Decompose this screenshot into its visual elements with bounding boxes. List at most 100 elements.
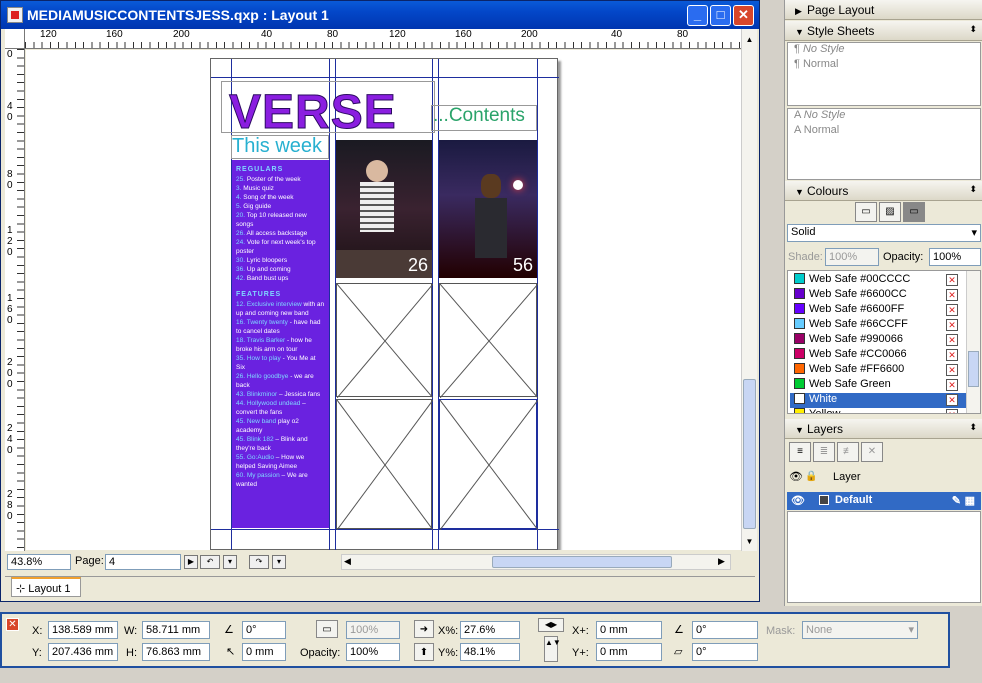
character-styles-list: A No Style A Normal	[787, 108, 981, 180]
colour-item[interactable]: Web Safe Green ✕	[790, 378, 966, 393]
item-page-number: 42.	[236, 275, 246, 282]
colour-list: Web Safe #00CCCC ✕ Web Safe #6600CC ✕ Web Sa…	[787, 270, 981, 414]
paragraph-style-item[interactable]: ¶ No Style	[788, 43, 980, 58]
contents-list-box[interactable]: REGULARS 25. Poster of the week 3. Music …	[232, 160, 329, 528]
merge-layers-icon[interactable]: ≢	[837, 442, 859, 462]
page-next-icon[interactable]: ▶	[184, 555, 198, 569]
x-field[interactable]: 138.589 mm	[48, 621, 118, 639]
x-offset-field[interactable]: 0 mm	[596, 621, 662, 639]
frame-icon[interactable]: ▭	[316, 620, 338, 638]
layer-row-default[interactable]: 👁 Default ✎ ▦	[787, 492, 981, 510]
opacity-field[interactable]: 100%	[346, 643, 400, 661]
minimize-button[interactable]: _	[687, 5, 708, 26]
colours-palette-header[interactable]: ▼ Colours ⬍	[785, 181, 982, 201]
item-text: Poster of the week	[245, 176, 301, 183]
item-page-number: 45. Blink 182	[236, 436, 274, 443]
offset-arrows-icon[interactable]: ◀▶	[538, 618, 564, 632]
skew-field[interactable]: 0°	[692, 643, 758, 661]
redo-icon[interactable]: ↷	[249, 555, 269, 569]
colour-item[interactable]: Web Safe #CC0066 ✕	[790, 348, 966, 363]
y-offset-field[interactable]: 0 mm	[596, 643, 662, 661]
empty-picture-box[interactable]	[439, 283, 539, 399]
vertical-ruler[interactable]: 0 4 0 8 0 1 2 0 1 6 0 2 0 0 2 4 0 2 8 0	[5, 49, 25, 551]
flip-horizontal-icon[interactable]: ➜	[414, 620, 434, 638]
this-week-heading[interactable]: This week	[232, 135, 322, 158]
flip-vertical-icon[interactable]: ⬆	[414, 643, 434, 661]
edit-layer-icon[interactable]: ≣	[813, 442, 835, 462]
concert-photo-2[interactable]: 56	[439, 140, 537, 278]
empty-picture-box[interactable]	[336, 283, 434, 399]
paragraph-style-item[interactable]: ¶ Normal	[788, 58, 980, 73]
layer-eye-icon[interactable]: 👁	[791, 494, 805, 507]
shade-field[interactable]: 100%	[825, 248, 879, 266]
colour-item[interactable]: Web Safe #00CCCC ✕	[790, 273, 966, 288]
background-colour-icon[interactable]: ▭	[903, 202, 925, 222]
colour-item[interactable]: Web Safe #FF6600 ✕	[790, 363, 966, 378]
vertical-scroll-thumb[interactable]	[743, 379, 756, 529]
selected-picture-box[interactable]	[439, 399, 539, 531]
app-icon[interactable]	[7, 7, 23, 23]
character-style-item[interactable]: A No Style	[788, 109, 980, 124]
colour-item[interactable]: Web Safe #66CCFF ✕	[790, 318, 966, 333]
redo-menu-icon[interactable]: ▾	[272, 555, 286, 569]
scroll-up-icon[interactable]: ▲	[743, 35, 756, 47]
shade-field[interactable]: 100%	[346, 621, 400, 639]
corner-radius-field[interactable]: 0 mm	[242, 643, 286, 661]
contents-list-item: 25. Poster of the week	[236, 175, 325, 184]
mask-select[interactable]: None ▾	[802, 621, 918, 639]
masthead-title[interactable]: VERSE	[229, 85, 397, 140]
regulars-list: 25. Poster of the week 3. Music quiz 4. So…	[236, 175, 325, 283]
picture-colour-icon[interactable]: ▨	[879, 202, 901, 222]
frame-colour-icon[interactable]: ▭	[855, 202, 877, 222]
tab-layout-1[interactable]: ⊹ Layout 1	[11, 577, 81, 597]
palette-menu-icon[interactable]: ⬍	[969, 24, 977, 35]
offset-updown-icon[interactable]: ▲▼	[544, 636, 561, 662]
horizontal-ruler[interactable]: 120 160 200 40 80 120 160 200 40 80	[25, 29, 741, 49]
horizontal-scrollbar[interactable]: ◀ ▶	[341, 554, 731, 570]
layers-palette-header[interactable]: ▼ Layers ⬍	[785, 419, 982, 439]
fill-type-select[interactable]: Solid ▾	[787, 224, 981, 242]
close-measurements-icon[interactable]: ✕	[6, 618, 19, 631]
colour-item[interactable]: Yellow ✕	[790, 408, 966, 413]
opacity-field[interactable]: 100%	[929, 248, 981, 266]
colour-list-scroll-thumb[interactable]	[968, 351, 979, 387]
h-field[interactable]: 76.863 mm	[142, 643, 210, 661]
rotation-field[interactable]: 0°	[242, 621, 286, 639]
close-button[interactable]: ✕	[733, 5, 754, 26]
maximize-button[interactable]: □	[710, 5, 731, 26]
title-bar[interactable]: MEDIAMUSICCONTENTSJESS.qxp : Layout 1 _ …	[1, 1, 759, 29]
character-style-item[interactable]: A Normal	[788, 124, 980, 139]
layout-canvas[interactable]: VERSE ...Contents This week REGULARS 25.…	[26, 50, 741, 550]
w-field[interactable]: 58.711 mm	[142, 621, 210, 639]
vertical-scrollbar[interactable]: ▲ ▼	[741, 29, 757, 551]
colour-list-scrollbar[interactable]	[966, 271, 980, 413]
ruler-origin[interactable]	[5, 29, 25, 49]
x-percent-field[interactable]: 27.6%	[460, 621, 520, 639]
picture-angle-field[interactable]: 0°	[692, 621, 758, 639]
empty-picture-box[interactable]	[336, 399, 434, 531]
page-field[interactable]: 4	[105, 554, 181, 570]
zoom-field[interactable]: 43.8%	[7, 554, 71, 570]
undo-icon[interactable]: ↶	[200, 555, 220, 569]
scroll-right-icon[interactable]: ▶	[718, 556, 725, 567]
contents-heading[interactable]: ...Contents	[433, 105, 525, 127]
style-sheets-palette-header[interactable]: ▼ Style Sheets ⬍	[785, 21, 982, 41]
colour-item[interactable]: Web Safe #990066 ✕	[790, 333, 966, 348]
delete-layer-icon[interactable]: ✕	[861, 442, 883, 462]
concert-photo-1[interactable]: 26	[336, 140, 432, 278]
horizontal-scroll-thumb[interactable]	[492, 556, 672, 568]
palette-menu-icon[interactable]: ⬍	[969, 422, 977, 433]
colour-item[interactable]: White ✕	[790, 393, 966, 408]
scroll-down-icon[interactable]: ▼	[743, 537, 756, 549]
scroll-left-icon[interactable]: ◀	[344, 556, 351, 567]
colour-item[interactable]: Web Safe #6600CC ✕	[790, 288, 966, 303]
page-layout-palette-header[interactable]: ▶ Page Layout	[785, 0, 982, 20]
y-percent-field[interactable]: 48.1%	[460, 643, 520, 661]
y-field[interactable]: 207.436 mm	[48, 643, 118, 661]
new-layer-icon[interactable]: ≡	[789, 442, 811, 462]
layout-page[interactable]: VERSE ...Contents This week REGULARS 25.…	[210, 58, 559, 550]
colour-item[interactable]: Web Safe #6600FF ✕	[790, 303, 966, 318]
colour-name: White	[809, 393, 838, 405]
palette-menu-icon[interactable]: ⬍	[969, 184, 977, 195]
undo-menu-icon[interactable]: ▾	[223, 555, 237, 569]
